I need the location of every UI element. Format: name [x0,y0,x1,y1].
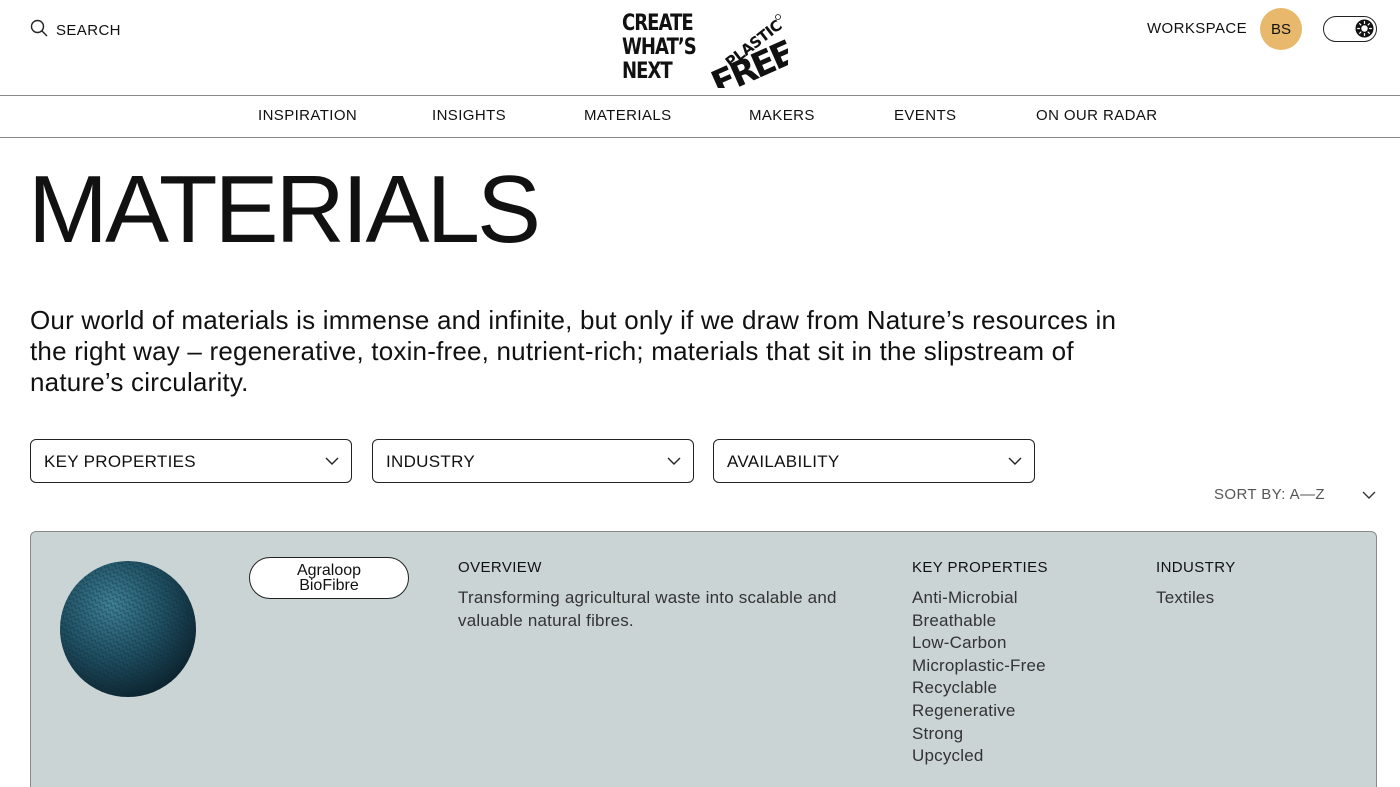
overview-text: Transforming agricultural waste into sca… [458,587,837,632]
key-property-item: Anti-Microbial [912,588,1018,607]
key-property-item: Strong [912,723,964,743]
logo-wordmark: CREATE WHAT’S NEXT [622,11,697,84]
industry-item: Textiles [1156,588,1215,607]
sun-icon [1355,19,1374,38]
logo-line: CREATE [622,11,694,36]
key-property-item: Regenerative [912,700,1016,720]
overview-line: valuable natural fibres. [458,610,634,630]
material-name-line: BioFibre [299,577,359,594]
main-nav: INSPIRATION INSIGHTS MATERIALS MAKERS EV… [0,96,1400,138]
search-icon [30,19,48,42]
key-property-item: Breathable [912,610,997,630]
filter-label: KEY PROPERTIES [44,452,196,471]
material-card[interactable]: Agraloop BioFibre OVERVIEW Transforming … [30,531,1377,787]
nav-item-events[interactable]: EVENTS [894,107,956,124]
material-image [60,561,196,697]
site-header: SEARCH CREATE WHAT’S NEXT PLASTIC FREE W… [0,0,1400,96]
logo-line: NEXT [622,59,673,84]
filter-label: AVAILABILITY [727,452,840,471]
key-properties-filter[interactable]: KEY PROPERTIES [30,439,352,483]
search-label: SEARCH [56,22,121,39]
availability-filter[interactable]: AVAILABILITY [713,439,1035,483]
overview-heading: OVERVIEW [458,559,542,576]
nav-item-insights[interactable]: INSIGHTS [432,107,506,124]
overview-line: Transforming agricultural waste into sca… [458,588,837,607]
nav-item-makers[interactable]: MAKERS [749,107,815,124]
nav-item-on-our-radar[interactable]: ON OUR RADAR [1036,107,1157,124]
industry-heading: INDUSTRY [1156,559,1236,576]
avatar[interactable]: BS [1260,8,1302,50]
avatar-initials: BS [1270,20,1291,38]
site-logo[interactable]: CREATE WHAT’S NEXT PLASTIC FREE [622,11,792,89]
nav-item-inspiration[interactable]: INSPIRATION [258,107,357,124]
key-property-item: Microplastic-Free [912,655,1046,675]
key-properties-heading: KEY PROPERTIES [912,559,1048,576]
material-name-line: Agraloop [296,562,362,579]
page-title: MATERIALS [28,156,541,263]
material-name-pill[interactable]: Agraloop BioFibre [249,557,409,599]
chevron-down-icon [325,457,339,465]
workspace-link[interactable]: WORKSPACE [1147,20,1247,37]
industry-filter[interactable]: INDUSTRY [372,439,694,483]
chevron-down-icon [1008,457,1022,465]
chevron-down-icon [667,457,681,465]
nav-item-materials[interactable]: MATERIALS [584,107,672,124]
key-property-item: Low-Carbon [912,633,1007,653]
filter-label: INDUSTRY [386,452,475,471]
theme-toggle[interactable] [1323,16,1377,42]
key-properties-list: Anti-Microbial Breathable Low-Carbon Mic… [912,587,1046,768]
key-property-item: Recyclable [912,678,998,698]
chevron-down-icon [1362,491,1376,499]
plastic-free-logo-icon: PLASTIC FREE [708,14,788,88]
sort-label: SORT BY: A—Z [1214,486,1325,503]
page-intro: Our world of materials is immense and in… [30,305,1117,397]
key-property-item: Upcycled [912,746,984,766]
sort-dropdown[interactable]: SORT BY: A—Z [1214,486,1378,504]
search-button[interactable]: SEARCH [30,19,121,42]
industry-list: Textiles [1156,587,1214,610]
logo-line: WHAT’S [622,35,697,60]
